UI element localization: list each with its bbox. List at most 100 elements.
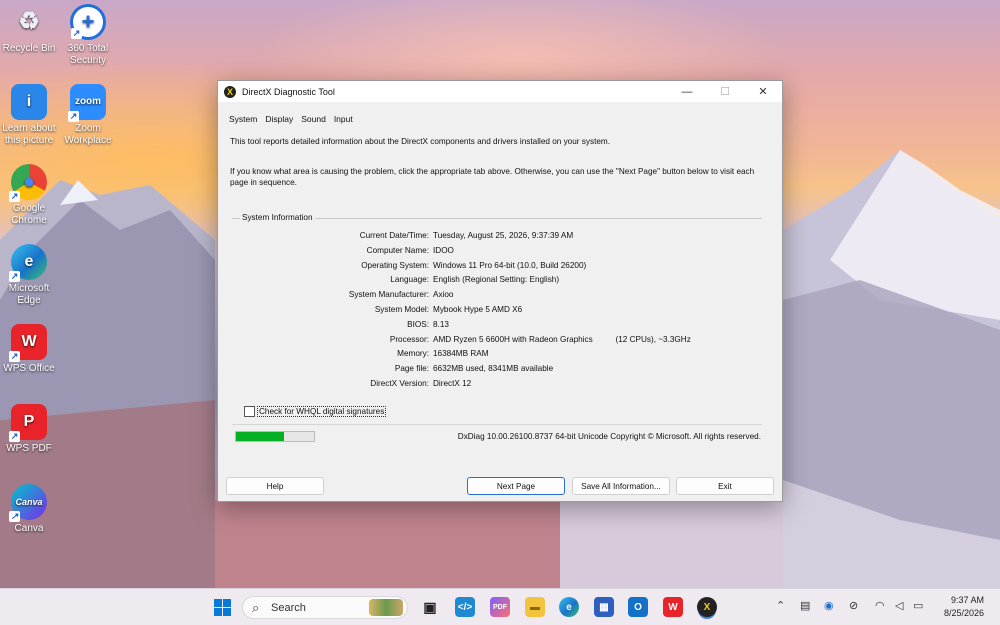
desktop-icon-wps-pdf[interactable]: P ↗ WPS PDF [0, 404, 58, 455]
maximize-button[interactable]: ☐ [706, 81, 744, 102]
desktop-icon-canva[interactable]: Canva ↗ Canva [0, 484, 58, 535]
shortcut-arrow-icon: ↗ [9, 191, 20, 202]
tray-app-icon[interactable]: ▤ [800, 599, 810, 612]
edge-taskbar-icon[interactable]: e [559, 597, 579, 617]
minimize-button[interactable]: — [668, 81, 706, 102]
progress-bar-fill [236, 432, 285, 441]
separator [232, 424, 762, 425]
shield-plus-icon: + ↗ [70, 4, 106, 40]
vscode-icon[interactable]: </> [455, 597, 475, 617]
whql-checkbox-row[interactable]: Check for WHQL digital signatures [244, 406, 387, 417]
info-key: System Manufacturer: [348, 290, 429, 300]
info-row-directx-version: DirectX Version: DirectX 12 [232, 379, 762, 394]
system-information-group: System Information Current Date/Time: Tue… [232, 213, 762, 421]
battery-icon[interactable]: ▭ [913, 599, 923, 612]
info-row-computer-name: Computer Name: IDOO [232, 246, 762, 261]
outlook-icon[interactable]: O [628, 597, 648, 617]
desktop-icon-google-chrome[interactable]: ● ↗ Google Chrome [0, 164, 58, 227]
desktop-icon-learn-about-picture[interactable]: i Learn about this picture [0, 84, 58, 147]
info-value: AMD Ryzen 5 6600H with Radeon Graphics (… [433, 334, 691, 344]
start-button[interactable] [212, 597, 232, 617]
edge-icon: e ↗ [9, 244, 47, 282]
desktop-icon-label: Learn about this picture [2, 123, 56, 146]
desktop-icon-label: Google Chrome [11, 203, 47, 226]
info-value: Windows 11 Pro 64-bit (10.0, Build 26200… [433, 260, 587, 270]
info-key: Memory: [397, 349, 429, 359]
wps-pdf-icon: P ↗ [9, 404, 47, 442]
save-all-information-button[interactable]: Save All Information... [572, 477, 670, 495]
info-row-processor: Processor: AMD Ryzen 5 6600H with Radeon … [232, 335, 762, 350]
desktop-icon-label: Microsoft Edge [8, 283, 50, 306]
info-key: BIOS: [407, 319, 429, 329]
desktop-icon-label: WPS PDF [6, 443, 52, 454]
shortcut-arrow-icon: ↗ [9, 271, 20, 282]
group-label: System Information [240, 213, 315, 222]
wifi-icon[interactable]: ◠ [875, 599, 885, 612]
shortcut-arrow-icon: ↗ [68, 111, 79, 122]
taskbar-clock[interactable]: 9:37 AM 8/25/2026 [944, 594, 984, 620]
desktop-icon-microsoft-edge[interactable]: e ↗ Microsoft Edge [0, 244, 58, 307]
recycle-bin-icon: ♻ [18, 8, 40, 35]
help-button[interactable]: Help [226, 477, 324, 495]
tray-sync-icon[interactable]: ◉ [824, 599, 834, 612]
info-row-operating-system: Operating System: Windows 11 Pro 64-bit (… [232, 261, 762, 276]
title-bar[interactable]: X DirectX Diagnostic Tool — ☐ ✕ [218, 81, 782, 102]
whql-checkbox-label[interactable]: Check for WHQL digital signatures [257, 406, 387, 417]
desktop-icon-recycle-bin[interactable]: ♻ Recycle Bin [0, 4, 58, 55]
info-value: IDOO [433, 245, 454, 255]
desktop-icon-label: Canva [14, 523, 44, 534]
tab-input[interactable]: Input [333, 114, 354, 124]
microsoft-store-icon[interactable]: ▦ [594, 597, 614, 617]
search-highlight-icon [369, 599, 403, 616]
info-row-bios: BIOS: 8.13 [232, 320, 762, 335]
desktop-icon-label: 360 Total Security [67, 43, 109, 66]
tab-sound[interactable]: Sound [300, 114, 327, 124]
info-key: Computer Name: [366, 245, 429, 255]
wps-office-taskbar-icon[interactable]: W [663, 597, 683, 617]
tray-location-icon[interactable]: ⊘ [849, 599, 858, 612]
show-hidden-icons-chevron-icon[interactable]: ⌃ [776, 599, 785, 612]
desktop-icon-label: Zoom Workplace [64, 123, 112, 146]
directx-taskbar-icon[interactable]: X [697, 597, 717, 617]
next-page-button[interactable]: Next Page [467, 477, 565, 495]
tab-display[interactable]: Display [264, 114, 294, 124]
clock-date: 8/25/2026 [943, 608, 984, 618]
info-key: DirectX Version: [370, 378, 429, 388]
system-info-list: Current Date/Time: Tuesday, August 25, 20… [232, 231, 762, 394]
tab-system[interactable]: System [228, 114, 258, 124]
whql-checkbox[interactable] [244, 406, 255, 417]
close-button[interactable]: ✕ [744, 81, 782, 102]
info-value: 6632MB used, 8341MB available [433, 364, 554, 374]
search-placeholder: Search [271, 601, 306, 614]
shortcut-arrow-icon: ↗ [9, 431, 20, 442]
info-key: System Model: [374, 304, 429, 314]
task-view-icon[interactable]: ▣ [420, 597, 440, 617]
canva-icon: Canva ↗ [9, 484, 47, 522]
desktop-icon-label: WPS Office [3, 363, 55, 374]
info-value: English (Regional Setting: English) [433, 275, 560, 285]
file-explorer-icon[interactable]: ▬ [525, 597, 545, 617]
info-key: Processor: [389, 334, 429, 344]
intro-text: This tool reports detailed information a… [230, 137, 610, 146]
taskbar-search[interactable]: ⌕ Search [242, 596, 408, 619]
shortcut-arrow-icon: ↗ [9, 351, 20, 362]
info-value: Axioo [433, 290, 454, 300]
info-value: DirectX 12 [433, 378, 472, 388]
tab-strip: System Display Sound Input [228, 114, 354, 124]
info-key: Page file: [394, 364, 429, 374]
desktop-icon-zoom-workplace[interactable]: zoom ↗ Zoom Workplace [59, 84, 117, 147]
clock-time: 9:37 AM [950, 595, 984, 605]
exit-button[interactable]: Exit [676, 477, 774, 495]
volume-icon[interactable]: ◁ [895, 599, 903, 612]
info-row-page-file: Page file: 6632MB used, 8341MB available [232, 364, 762, 379]
info-key: Language: [390, 275, 429, 285]
info-value: 8.13 [433, 319, 449, 329]
shortcut-arrow-icon: ↗ [9, 511, 20, 522]
info-value: Tuesday, August 25, 2026, 9:37:39 AM [433, 231, 574, 240]
info-key: Current Date/Time: [359, 231, 429, 240]
info-row-memory: Memory: 16384MB RAM [232, 349, 762, 364]
wps-pdf-taskbar-icon[interactable]: PDF [490, 597, 510, 617]
info-row-date-time: Current Date/Time: Tuesday, August 25, 20… [232, 231, 762, 246]
desktop-icon-wps-office[interactable]: W ↗ WPS Office [0, 324, 58, 375]
desktop-icon-360-total-security[interactable]: + ↗ 360 Total Security [59, 4, 117, 67]
